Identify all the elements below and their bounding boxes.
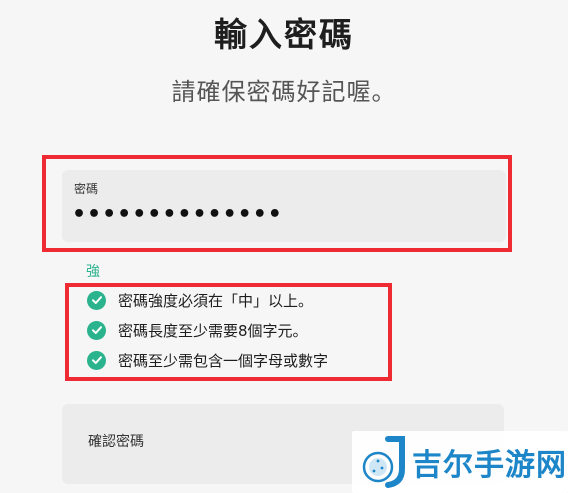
- watermark: 吉尔手游网: [352, 431, 568, 493]
- confirm-password-label: 確認密碼: [88, 434, 144, 450]
- strength-indicator: 強: [86, 264, 100, 280]
- watermark-logo-icon: [362, 436, 405, 488]
- watermark-text: 吉尔手游网: [412, 448, 567, 483]
- highlight-box-rules: [65, 283, 392, 381]
- page-subtitle: 請確保密碼好記喔。: [171, 78, 397, 106]
- page-title: 輸入密碼: [214, 15, 354, 54]
- highlight-box-password: [42, 155, 512, 252]
